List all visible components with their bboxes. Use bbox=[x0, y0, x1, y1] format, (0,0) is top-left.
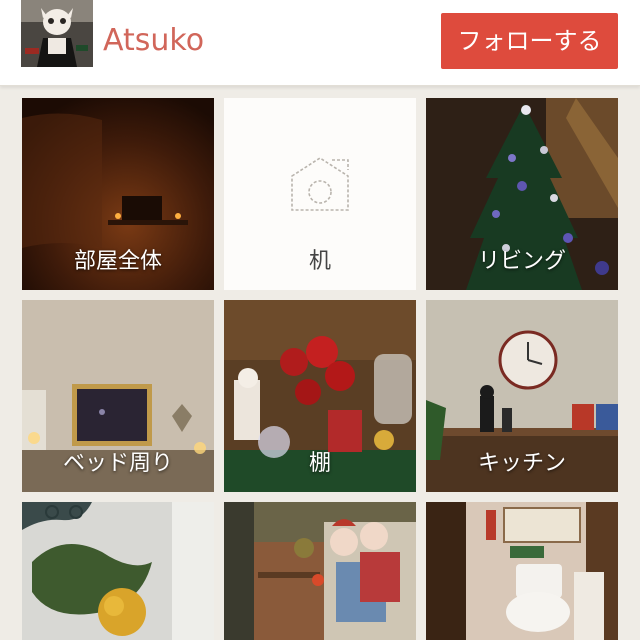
tile-label: 部屋全体 bbox=[73, 249, 162, 274]
tile-label: 棚 bbox=[308, 451, 331, 476]
toilet-photo bbox=[426, 502, 618, 640]
plant-photo bbox=[22, 502, 214, 640]
tile-shelf[interactable]: 棚 bbox=[224, 300, 416, 492]
tile-entrance[interactable] bbox=[224, 502, 416, 640]
profile-header: Atsuko フォローする bbox=[0, 0, 640, 86]
tile-desk[interactable]: 机 bbox=[224, 98, 416, 290]
tile-plant[interactable] bbox=[22, 502, 214, 640]
tile-bedside[interactable]: ベッド周り bbox=[22, 300, 214, 492]
username-link[interactable]: Atsuko bbox=[103, 22, 204, 60]
room-photo-grid: 部屋全体 机 リビング ベッド周り 棚 キッチン bbox=[0, 86, 640, 640]
tile-label: ベッド周り bbox=[62, 451, 173, 476]
tile-toilet[interactable] bbox=[426, 502, 618, 640]
follow-button[interactable]: フォローする bbox=[441, 13, 618, 69]
tile-living[interactable]: リビング bbox=[426, 98, 618, 290]
tile-label: キッチン bbox=[477, 451, 566, 476]
entrance-photo bbox=[224, 502, 416, 640]
avatar[interactable] bbox=[21, 0, 93, 67]
tile-whole-room[interactable]: 部屋全体 bbox=[22, 98, 214, 290]
tile-kitchen[interactable]: キッチン bbox=[426, 300, 618, 492]
tile-label: リビング bbox=[477, 249, 566, 274]
tile-label: 机 bbox=[308, 249, 331, 274]
